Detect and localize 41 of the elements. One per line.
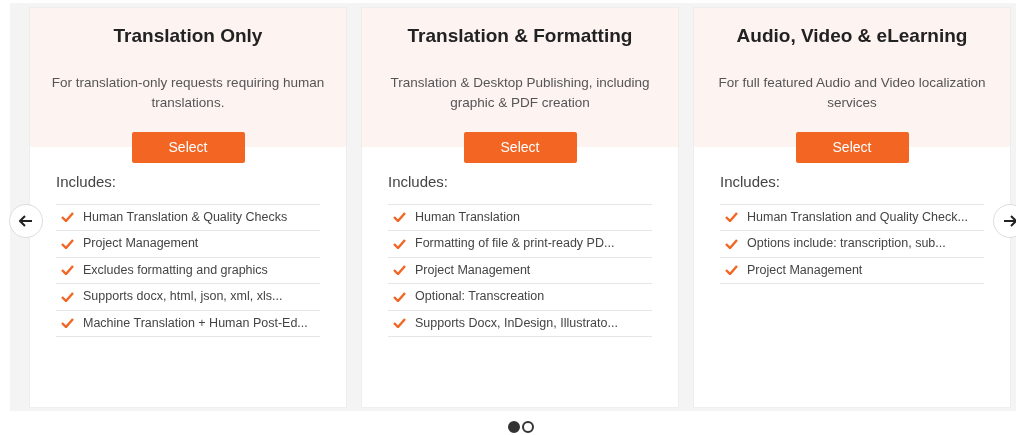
check-icon	[725, 212, 738, 223]
feature-text: Excludes formatting and graphics	[83, 261, 268, 279]
check-icon	[393, 212, 406, 223]
plan-description: For translation-only requests requiring human translations.	[50, 73, 326, 112]
check-icon	[61, 265, 74, 276]
includes-label: Includes:	[56, 172, 118, 192]
feature-text: Project Management	[415, 261, 531, 279]
check-icon	[61, 238, 74, 249]
plan-description: For full featured Audio and Video localization services	[717, 73, 987, 112]
feature-text: Supports Docx, InDesign, Illustrato...	[415, 314, 618, 332]
select-button[interactable]: Select	[795, 132, 909, 163]
left-arrow-icon	[19, 215, 33, 227]
check-icon	[393, 318, 406, 329]
plan-title: Translation Only	[113, 24, 263, 48]
previous-button[interactable]	[9, 204, 43, 238]
check-icon	[393, 265, 406, 276]
check-icon	[61, 212, 74, 223]
right-arrow-icon	[1003, 215, 1016, 227]
select-button[interactable]: Select	[131, 132, 245, 163]
feature-text: Supports docx, html, json, xml, xls...	[83, 288, 283, 306]
check-icon	[393, 291, 406, 302]
plan-title: Audio, Video & eLearning	[736, 24, 968, 48]
check-icon	[61, 291, 74, 302]
feature-text: Human Translation and Quality Check...	[747, 208, 968, 226]
feature-text: Project Management	[747, 261, 863, 279]
plan-title: Translation & Formatting	[407, 24, 633, 48]
check-icon	[725, 238, 738, 249]
feature-text: Options include: transcription, sub...	[747, 235, 946, 253]
includes-label: Includes:	[388, 172, 450, 192]
check-icon	[725, 265, 738, 276]
feature-text: Machine Translation + Human Post-Ed...	[83, 314, 308, 332]
feature-text: Formatting of file & print-ready PD...	[415, 235, 615, 253]
plan-description: Translation & Desktop Publishing, including graphic & PDF creation	[389, 73, 651, 112]
select-button[interactable]: Select	[463, 132, 577, 163]
check-icon	[61, 318, 74, 329]
feature-text: Project Management	[83, 235, 199, 253]
feature-text: Optional: Transcreation	[415, 288, 545, 306]
includes-label: Includes:	[720, 172, 782, 192]
check-icon	[393, 238, 406, 249]
feature-text: Human Translation & Quality Checks	[83, 208, 288, 226]
feature-text: Human Translation	[415, 208, 520, 226]
